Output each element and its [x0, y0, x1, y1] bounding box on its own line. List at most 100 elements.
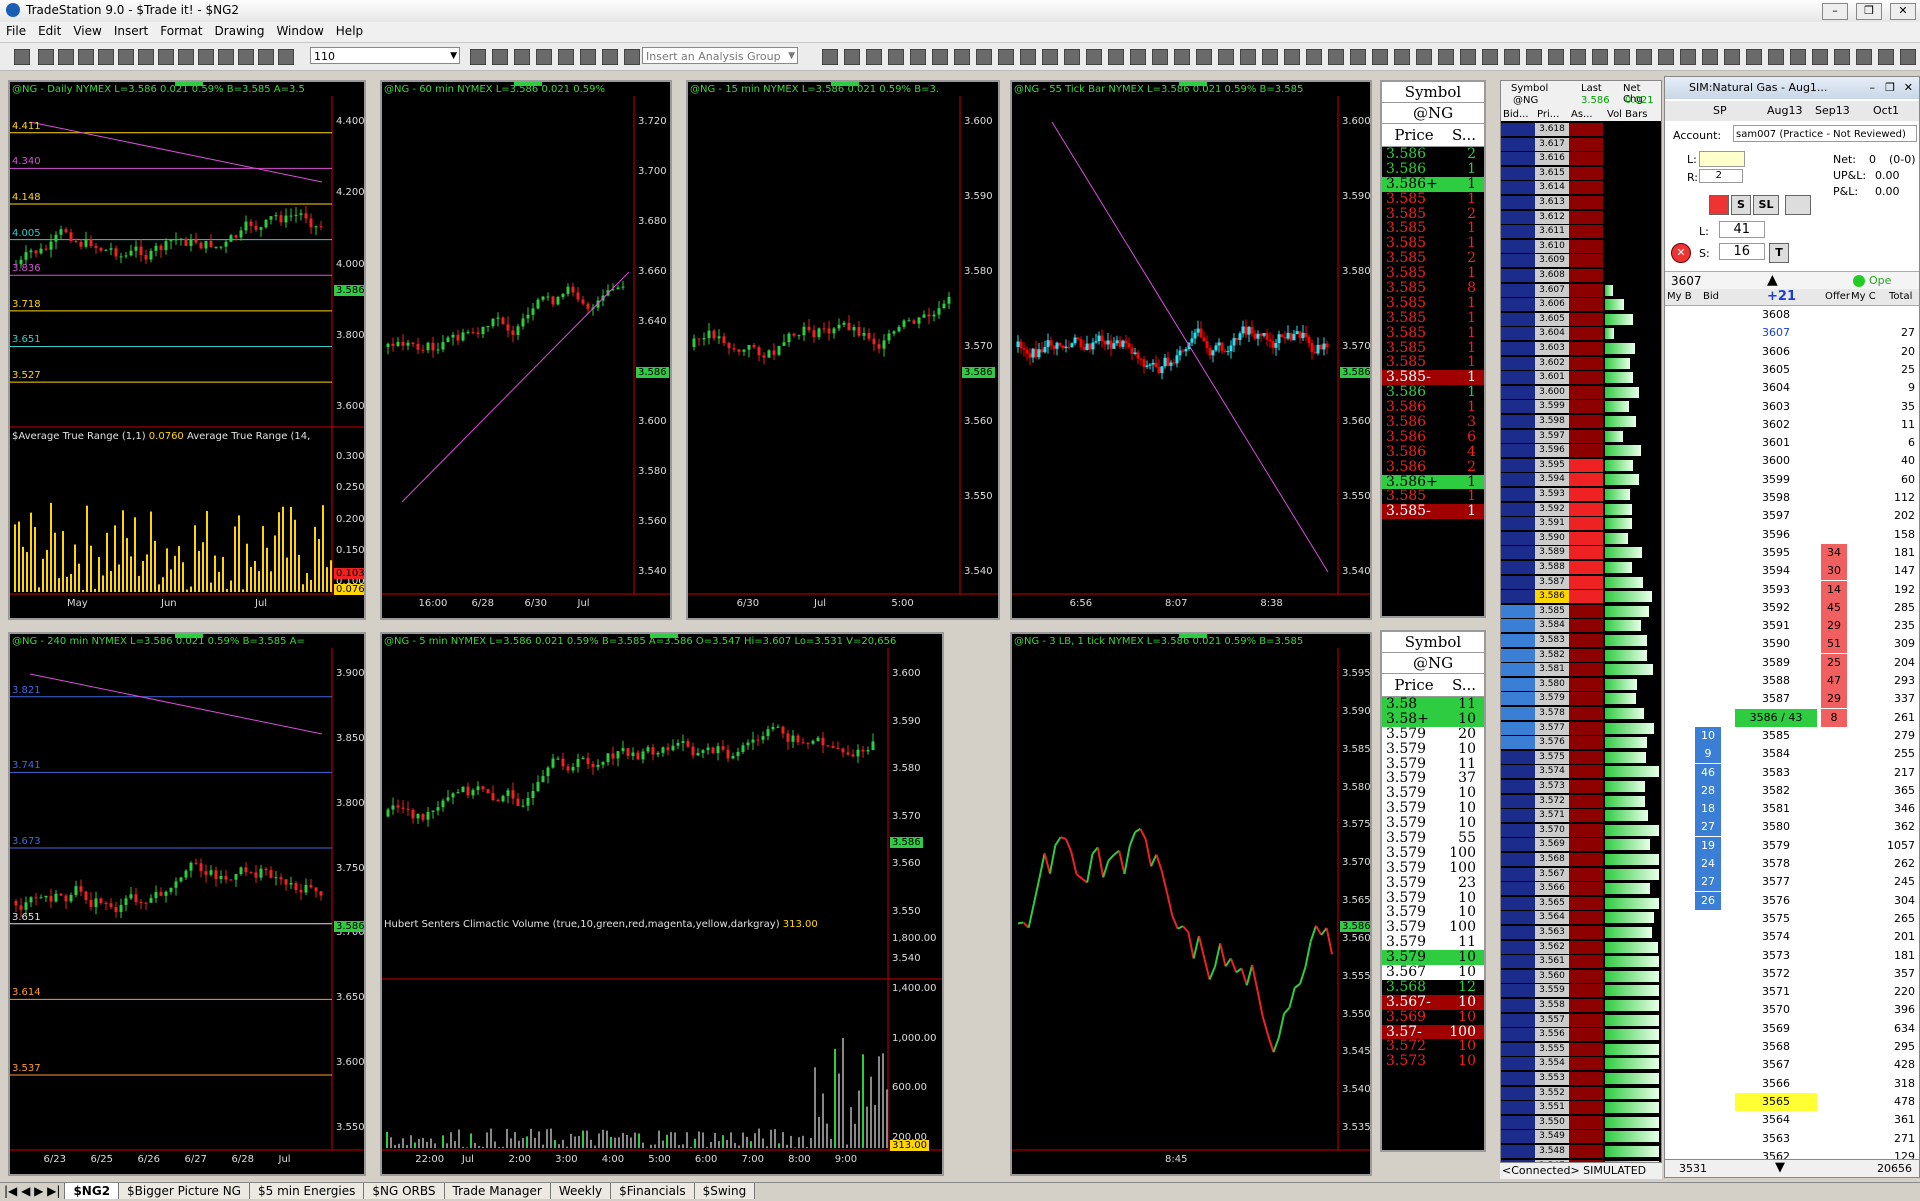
toolbar-icon[interactable]: [1614, 49, 1630, 65]
ladder-row[interactable]: 3.557: [1501, 1014, 1661, 1027]
ladder-col-last[interactable]: Last: [1581, 83, 1602, 94]
ladder-row[interactable]: 3.555: [1501, 1043, 1661, 1056]
menu-edit[interactable]: Edit: [32, 22, 67, 40]
ladder-row[interactable]: 3.558: [1501, 999, 1661, 1012]
ts-row[interactable]: 3.57910: [1382, 950, 1484, 965]
matrix-row[interactable]: 3608: [1665, 306, 1919, 324]
flatten-icon[interactable]: [1709, 195, 1729, 215]
toolbar-icon[interactable]: [1086, 49, 1102, 65]
ladder-row[interactable]: 3.574: [1501, 765, 1661, 778]
minimize-icon[interactable]: –: [1870, 77, 1876, 99]
toolbar-icon[interactable]: [218, 49, 234, 65]
toolbar-icon[interactable]: [1878, 49, 1894, 65]
t-button[interactable]: T: [1769, 243, 1789, 263]
ts-row[interactable]: 3.585-1: [1382, 504, 1484, 519]
ladder-row[interactable]: 3.561: [1501, 955, 1661, 968]
ladder-col-ask[interactable]: As...: [1571, 109, 1593, 120]
minimize-button[interactable]: –: [1822, 3, 1848, 20]
toolbar-icon[interactable]: [178, 49, 194, 65]
ts-row[interactable]: 3.57910: [1382, 742, 1484, 757]
ts-row[interactable]: 3.57210: [1382, 1039, 1484, 1054]
matrix-row[interactable]: 3575265: [1665, 910, 1919, 928]
matrix-row[interactable]: 36016: [1665, 434, 1919, 452]
ladder-row[interactable]: 3.594: [1501, 473, 1661, 486]
ladder-row[interactable]: 3.607: [1501, 284, 1661, 297]
toolbar-icon[interactable]: [1592, 49, 1608, 65]
matrix-row[interactable]: 36049: [1665, 379, 1919, 397]
toolbar-icon[interactable]: [1812, 49, 1828, 65]
ts-row[interactable]: 3.567-10: [1382, 995, 1484, 1010]
stop-limit-button[interactable]: SL: [1753, 195, 1779, 215]
ts-row[interactable]: 3.586+1: [1382, 177, 1484, 192]
ts-row[interactable]: 3.56910: [1382, 1010, 1484, 1025]
ladder-row[interactable]: 3.551: [1501, 1101, 1661, 1114]
toolbar-icon[interactable]: [954, 49, 970, 65]
ts-row[interactable]: 3.579100: [1382, 920, 1484, 935]
workspace-tab-financials[interactable]: $Financials: [611, 1183, 694, 1199]
matrix-offer[interactable]: 45: [1821, 599, 1847, 617]
ts-row[interactable]: 3.5811: [1382, 697, 1484, 712]
time-and-sales-2[interactable]: Symbol @NG PriceS... 3.58113.58+103.5792…: [1380, 630, 1486, 1152]
matrix-row[interactable]: 3564361: [1665, 1111, 1919, 1129]
toolbar-icon[interactable]: [158, 49, 174, 65]
col-offer[interactable]: Offer: [1825, 291, 1850, 302]
ladder-row[interactable]: 3.617: [1501, 138, 1661, 151]
menu-file[interactable]: File: [0, 22, 32, 40]
toolbar-icon[interactable]: [58, 49, 74, 65]
matrix-row[interactable]: 3566318: [1665, 1075, 1919, 1093]
toolbar-icon[interactable]: [1350, 49, 1366, 65]
ladder-row[interactable]: 3.573: [1501, 780, 1661, 793]
ladder-row[interactable]: 3.604: [1501, 327, 1661, 340]
toolbar-icon[interactable]: [78, 49, 94, 65]
matrix-row[interactable]: 1935791057: [1665, 837, 1919, 855]
chart-55tick[interactable]: @NG - 55 Tick Bar NYMEX L=3.586 0.021 0.…: [1010, 80, 1372, 620]
matrix-row[interactable]: 359051309: [1665, 635, 1919, 653]
ts-row[interactable]: 3.5864: [1382, 445, 1484, 460]
matrix-row[interactable]: 3573181: [1665, 947, 1919, 965]
matrix-row[interactable]: 359129235: [1665, 617, 1919, 635]
toolbar-icon[interactable]: [822, 49, 838, 65]
toolbar-icon[interactable]: [278, 49, 294, 65]
limit-price-input[interactable]: [1699, 151, 1745, 167]
ladder-row[interactable]: 3.568: [1501, 853, 1661, 866]
ts-row[interactable]: 3.56710: [1382, 965, 1484, 980]
menu-drawing[interactable]: Drawing: [209, 22, 271, 40]
matrix-row[interactable]: 359960: [1665, 471, 1919, 489]
matrix-row[interactable]: 3572357: [1665, 965, 1919, 983]
ladder-col-vol[interactable]: Vol Bars: [1607, 109, 1647, 120]
matrix-row[interactable]: 3598112: [1665, 489, 1919, 507]
toolbar-icon[interactable]: [118, 49, 134, 65]
ladder-row[interactable]: 3.592: [1501, 503, 1661, 516]
stop-order-button[interactable]: S: [1731, 195, 1751, 215]
analysis-group-combo[interactable]: Insert an Analysis Group▼: [642, 47, 798, 64]
ladder-row[interactable]: 3.587: [1501, 576, 1661, 589]
ladder-row[interactable]: 3.564: [1501, 911, 1661, 924]
ladder-row[interactable]: 3.613: [1501, 196, 1661, 209]
tab-oct1[interactable]: Oct1: [1873, 104, 1899, 117]
ts-row[interactable]: 3.57310: [1382, 1054, 1484, 1069]
ts-row[interactable]: 3.57920: [1382, 727, 1484, 742]
matrix-row[interactable]: 359245285: [1665, 599, 1919, 617]
ts-row[interactable]: 3.5851: [1382, 489, 1484, 504]
matrix-row[interactable]: 3565478: [1665, 1093, 1919, 1111]
ladder-row[interactable]: 3.606: [1501, 298, 1661, 311]
matrix-bid[interactable]: 27: [1695, 873, 1721, 891]
matrix-bid[interactable]: 18: [1695, 800, 1721, 818]
ts-row[interactable]: 3.57955: [1382, 831, 1484, 846]
matrix-row[interactable]: 359430147: [1665, 562, 1919, 580]
matrix-row[interactable]: 358847293: [1665, 672, 1919, 690]
matrix-offer[interactable]: 51: [1821, 635, 1847, 653]
toolbar-icon[interactable]: [1438, 49, 1454, 65]
ladder-row[interactable]: 3.579: [1501, 692, 1661, 705]
ts-row[interactable]: 3.57910: [1382, 786, 1484, 801]
matrix-row[interactable]: 3596158: [1665, 526, 1919, 544]
ladder-row[interactable]: 3.566: [1501, 882, 1661, 895]
matrix-row[interactable]: 360040: [1665, 452, 1919, 470]
toolbar-icon[interactable]: [1548, 49, 1564, 65]
matrix-offer[interactable]: 25: [1821, 654, 1847, 672]
ts-row[interactable]: 3.57911: [1382, 935, 1484, 950]
toolbar-icon[interactable]: [1790, 49, 1806, 65]
matrix-row[interactable]: 358925204: [1665, 654, 1919, 672]
matrix-bid[interactable]: 28: [1695, 782, 1721, 800]
chart-240min[interactable]: @NG - 240 min NYMEX L=3.586 0.021 0.59% …: [8, 632, 366, 1176]
